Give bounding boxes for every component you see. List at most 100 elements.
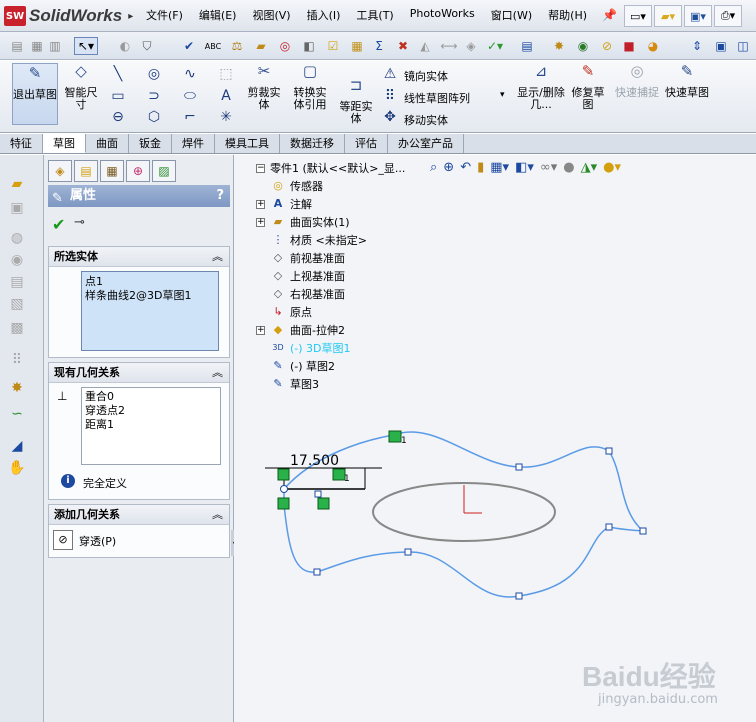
ok-check-icon[interactable]: ✔ <box>52 215 65 234</box>
ref-geometry-icon[interactable]: ✸ <box>8 379 26 397</box>
display-manager-tab-icon[interactable]: ▨ <box>152 160 176 182</box>
loft-icon[interactable]: ◉ <box>8 251 26 269</box>
view-orient-icon[interactable]: ⇕ <box>688 37 706 55</box>
tool-icon-i[interactable]: ■ <box>620 37 638 55</box>
configuration-manager-tab-icon[interactable]: ▦ <box>100 160 124 182</box>
tab-surfaces[interactable]: 曲面 <box>86 134 129 153</box>
select-arrow-icon[interactable]: ↖▾ <box>74 37 98 55</box>
spline-point[interactable] <box>515 592 523 600</box>
tab-data-migration[interactable]: 数据迁移 <box>280 134 345 153</box>
menu-help[interactable]: 帮助(H) <box>540 7 595 23</box>
scale-icon[interactable]: ⚖ <box>228 37 246 55</box>
sweep-icon[interactable]: ◍ <box>8 229 26 247</box>
relation-item[interactable]: 重合0 <box>85 390 217 404</box>
menu-view[interactable]: 视图(V) <box>244 7 298 23</box>
tool-icon-g[interactable]: ◉ <box>574 37 592 55</box>
menu-window[interactable]: 窗口(W) <box>483 7 540 23</box>
tab-weldments[interactable]: 焊件 <box>172 134 215 153</box>
logo-flyout-arrow-icon[interactable]: ▸ <box>128 11 133 22</box>
menu-file[interactable]: 文件(F) <box>138 7 191 23</box>
text-tool-icon[interactable]: A <box>218 88 234 104</box>
quick-snaps-button[interactable]: ◎ 快速捕捉 <box>614 64 660 99</box>
sketch-canvas[interactable]: 17.500 1 1 <box>234 155 756 722</box>
menu-edit[interactable]: 编辑(E) <box>191 7 245 23</box>
selected-point[interactable] <box>280 485 288 493</box>
feature-manager-tab-icon[interactable]: ◈ <box>48 160 72 182</box>
tab-sheet-metal[interactable]: 钣金 <box>129 134 172 153</box>
relation-item[interactable]: 穿透点2 <box>85 404 217 418</box>
screen-icon[interactable]: ▥ <box>46 37 64 55</box>
hand-icon[interactable]: ✋ <box>8 459 26 477</box>
arc-tool-icon[interactable]: ⊃ <box>146 88 162 104</box>
rapid-sketch-button[interactable]: ✎ 快速草图 <box>664 64 710 99</box>
options-icon[interactable]: ▤ <box>8 37 26 55</box>
cross-tool-icon[interactable]: ✖ <box>394 37 412 55</box>
line-tool-icon[interactable]: ╲ <box>110 66 126 82</box>
app-logo[interactable]: SW SolidWorks ▸ <box>4 5 133 27</box>
graphics-area[interactable]: ⌕ ⊕ ↶ ▮ ▦▾ ◧▾ ∞▾ ● ◮▾ ●▾ − 零件1 (默认<<默认>_… <box>234 155 756 722</box>
pierce-relation-button[interactable]: 穿透(P) <box>79 533 116 549</box>
menu-tools[interactable]: 工具(T) <box>348 7 401 23</box>
gauge-icon[interactable]: ◎ <box>276 37 294 55</box>
offset-surface-icon[interactable]: ▩ <box>8 319 26 337</box>
collapse-icon[interactable]: ︽ <box>212 505 223 525</box>
property-manager-tab-icon[interactable]: ▤ <box>74 160 98 182</box>
cube-iso-icon[interactable]: ◫ <box>734 37 752 55</box>
new-document-icon[interactable]: ▭▾ <box>624 5 652 27</box>
tool-icon-c[interactable]: ⟷ <box>440 37 458 55</box>
rectangle-tool-icon[interactable]: ▭ <box>110 88 126 104</box>
dimxpert-tab-icon[interactable]: ⊕ <box>126 160 150 182</box>
tool-icon-j[interactable]: ◕ <box>644 37 662 55</box>
move-entities-button[interactable]: 移动实体 <box>404 112 448 128</box>
slot-tool-icon[interactable]: ⊖ <box>110 109 126 125</box>
rebuild-icon[interactable]: ▦ <box>28 37 46 55</box>
pattern-icon[interactable]: ⠿ <box>8 351 26 369</box>
add-relations-header[interactable]: 添加几何关系 ︽ <box>49 505 229 525</box>
relation-glyph[interactable] <box>388 430 402 443</box>
collapse-icon[interactable]: ︽ <box>212 247 223 267</box>
menu-photoworks[interactable]: PhotoWorks <box>402 7 483 23</box>
tool-icon-a[interactable]: ◧ <box>300 37 318 55</box>
sigma-icon[interactable]: Σ <box>370 37 388 55</box>
folder-tool-icon[interactable]: ▰ <box>252 37 270 55</box>
spline-point[interactable] <box>515 463 523 471</box>
boundary-icon[interactable]: ▤ <box>8 273 26 291</box>
tool-icon-d[interactable]: ◈ <box>462 37 480 55</box>
revolve-icon[interactable]: ▣ <box>8 199 26 217</box>
open-folder-icon[interactable]: ▰▾ <box>654 5 682 27</box>
existing-relations-header[interactable]: 现有几何关系 ︽ <box>49 363 229 383</box>
exit-sketch-button[interactable]: ✎ 退出草图 <box>12 63 58 125</box>
mirror-entities-button[interactable]: 镜向实体 <box>404 68 448 84</box>
offset-entities-button[interactable]: ⊐ 等距实体 <box>336 78 376 125</box>
grid-tool-icon[interactable]: ⬚ <box>218 66 234 82</box>
tool-icon-f[interactable]: ✸ <box>550 37 568 55</box>
point-tool-icon[interactable]: ✳ <box>218 109 234 125</box>
tab-mold-tools[interactable]: 模具工具 <box>215 134 280 153</box>
planar-icon[interactable]: ▧ <box>8 295 26 313</box>
ellipse-tool-icon[interactable]: ⬭ <box>182 88 198 104</box>
cube-icon[interactable]: ▣ <box>712 37 730 55</box>
check-icon[interactable]: ✔ <box>180 37 198 55</box>
relation-glyph[interactable] <box>317 497 330 510</box>
check-green-icon[interactable]: ✓▾ <box>486 37 504 55</box>
relation-glyph[interactable] <box>277 468 290 481</box>
spline-point[interactable] <box>404 548 412 556</box>
dimension-value[interactable]: 17.500 <box>290 453 339 469</box>
tab-features[interactable]: 特征 <box>0 134 43 153</box>
tool-icon-h[interactable]: ⊘ <box>598 37 616 55</box>
curves-icon[interactable]: ∽ <box>8 405 26 423</box>
linear-pattern-button[interactable]: 线性草图阵列 <box>404 90 470 106</box>
save-icon[interactable]: ▣▾ <box>684 5 712 27</box>
circle-tool-icon[interactable]: ◎ <box>146 66 162 82</box>
pin-menu-icon[interactable]: 📌 <box>602 8 617 22</box>
spline-point[interactable] <box>605 523 613 531</box>
spline-point[interactable] <box>313 568 321 576</box>
fillet-tool-icon[interactable]: ⌐ <box>182 109 198 125</box>
existing-relations-list[interactable]: 重合0 穿透点2 距离1 <box>81 387 221 465</box>
tab-evaluate[interactable]: 评估 <box>345 134 388 153</box>
pattern-flyout-icon[interactable]: ▾ <box>500 90 505 100</box>
spell-check-icon[interactable]: ABC <box>204 37 222 55</box>
table-icon[interactable]: ▦ <box>348 37 366 55</box>
convert-entities-button[interactable]: ▢ 转换实体引用 <box>290 64 330 111</box>
tab-sketch[interactable]: 草图 <box>43 134 86 153</box>
